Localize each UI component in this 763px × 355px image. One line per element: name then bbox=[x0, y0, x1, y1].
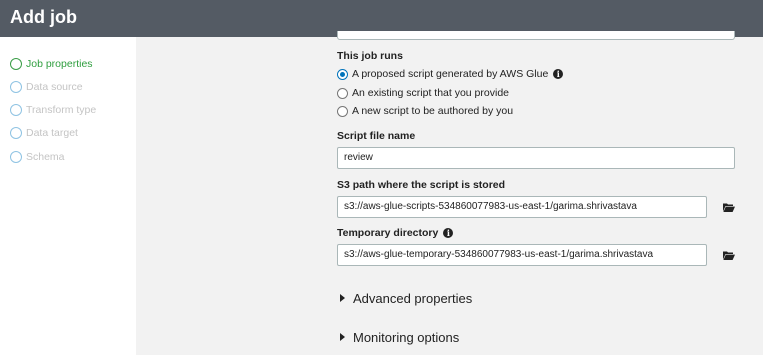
step-transform-type[interactable]: Transform type bbox=[10, 103, 96, 117]
step-circle-icon bbox=[10, 151, 22, 163]
monitoring-options-toggle[interactable]: Monitoring options bbox=[340, 329, 459, 345]
expander-label: Monitoring options bbox=[353, 329, 460, 345]
script-file-name-input[interactable]: review bbox=[337, 147, 735, 169]
advanced-properties-toggle[interactable]: Advanced properties bbox=[340, 290, 472, 306]
step-data-target[interactable]: Data target bbox=[10, 126, 78, 140]
radio-existing-script[interactable]: An existing script that you provide bbox=[337, 86, 509, 100]
caret-right-icon bbox=[340, 294, 345, 302]
s3-path-input[interactable]: s3://aws-glue-scripts-534860077983-us-ea… bbox=[337, 196, 707, 218]
expander-label: Advanced properties bbox=[353, 290, 473, 306]
step-label: Job properties bbox=[26, 58, 93, 70]
step-label: Transform type bbox=[26, 104, 97, 116]
script-file-name-label: Script file name bbox=[337, 130, 416, 142]
radio-label: An existing script that you provide bbox=[352, 87, 509, 99]
radio-button[interactable] bbox=[337, 105, 348, 117]
temp-dir-label: Temporary directory i bbox=[337, 227, 454, 239]
step-circle-icon bbox=[10, 81, 22, 93]
folder-open-icon[interactable] bbox=[723, 251, 735, 260]
step-schema[interactable]: Schema bbox=[10, 150, 65, 164]
step-label: Data target bbox=[26, 127, 78, 139]
temp-dir-label-text: Temporary directory bbox=[337, 227, 439, 239]
radio-button-selected[interactable] bbox=[337, 68, 348, 80]
s3-path-label: S3 path where the script is stored bbox=[337, 179, 506, 191]
step-circle-icon bbox=[10, 127, 22, 139]
radio-new-script[interactable]: A new script to be authored by you bbox=[337, 104, 513, 118]
step-job-properties[interactable]: Job properties bbox=[10, 57, 93, 71]
step-circle-icon bbox=[10, 104, 22, 116]
step-label: Schema bbox=[26, 151, 65, 163]
previous-field-edge[interactable] bbox=[337, 31, 735, 40]
job-runs-label: This job runs bbox=[337, 50, 403, 62]
job-form: This job runs A proposed script generate… bbox=[136, 31, 763, 355]
step-data-source[interactable]: Data source bbox=[10, 80, 83, 94]
caret-right-icon bbox=[340, 333, 345, 341]
radio-label: A new script to be authored by you bbox=[352, 105, 514, 117]
folder-open-icon[interactable] bbox=[723, 203, 735, 212]
radio-proposed-script[interactable]: A proposed script generated by AWS Glue … bbox=[337, 67, 564, 81]
temp-dir-input[interactable]: s3://aws-glue-temporary-534860077983-us-… bbox=[337, 244, 707, 266]
page-title: Add job bbox=[10, 7, 77, 27]
step-label: Data source bbox=[26, 81, 83, 93]
info-icon[interactable]: i bbox=[443, 228, 454, 238]
info-icon[interactable]: i bbox=[553, 69, 564, 79]
wizard-sidebar: Job properties Data source Transform typ… bbox=[0, 37, 136, 355]
radio-label: A proposed script generated by AWS Glue bbox=[352, 68, 549, 80]
step-circle-icon bbox=[10, 58, 22, 70]
radio-button[interactable] bbox=[337, 87, 348, 99]
